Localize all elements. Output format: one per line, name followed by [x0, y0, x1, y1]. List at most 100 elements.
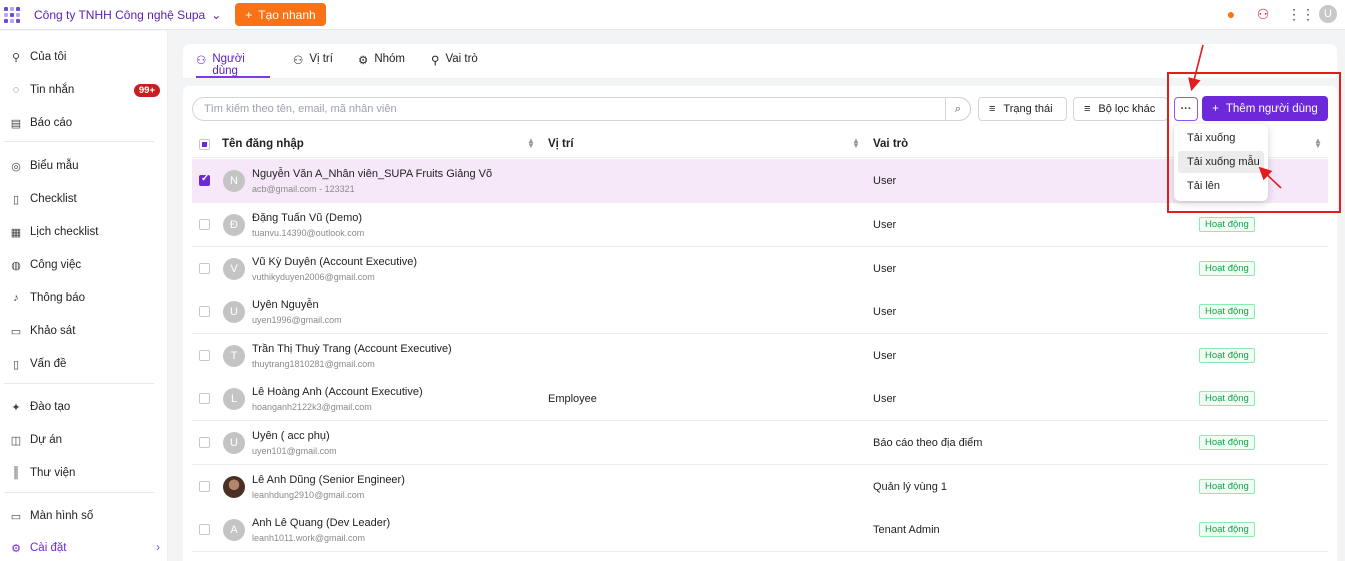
role-icon: ⚲ — [431, 55, 440, 67]
tab-bar: ⚇ Người dùng ⚇ Vị trí ⚙ Nhóm ⚲ Vai trò — [183, 44, 1337, 78]
sidebar-item-digital-signage[interactable]: ▭ Màn hình số — [10, 505, 160, 527]
user-name: Anh Lê Quang (Dev Leader) — [252, 517, 391, 529]
sidebar-item-issues[interactable]: ▯ Vấn đề — [10, 353, 160, 375]
user-email: acb@gmail.com - 123321 — [252, 184, 355, 194]
users-icon: ⚇ — [196, 55, 207, 67]
sidebar-item-library[interactable]: ║ Thư viện — [10, 462, 160, 484]
sort-icon[interactable]: ▲ ▼ — [852, 137, 860, 150]
table-row[interactable]: L Lê Hoàng Anh (Account Executive) hoang… — [192, 377, 1328, 421]
sidebar-item-forms[interactable]: ◎ Biểu mẫu — [10, 155, 160, 177]
top-bar: Công ty TNHH Công nghệ Supa ⌄ + Tạo nhan… — [0, 0, 1345, 30]
user-role: Báo cáo theo địa điểm — [873, 437, 983, 449]
user-position: Employee — [548, 393, 597, 405]
header-username[interactable]: Tên đăng nhập — [222, 138, 304, 150]
user-email: vuthikyduyen2006@gmail.com — [252, 272, 375, 282]
search-button[interactable]: ⌕ — [945, 97, 971, 121]
table-row[interactable]: N Nguyễn Văn A_Nhân viên_SUPA Fruits Giả… — [192, 159, 1328, 203]
avatar: U — [223, 432, 245, 454]
bell-icon: ♪ — [13, 292, 19, 304]
header-position[interactable]: Vị trí — [548, 138, 574, 150]
task-icon: ◍ — [11, 259, 21, 272]
tab-positions[interactable]: ⚇ Vị trí — [293, 53, 333, 78]
table-row[interactable]: Lê Anh Dũng (Senior Engineer) leanhdung2… — [192, 465, 1328, 509]
plus-icon: + — [245, 7, 253, 22]
row-checkbox[interactable] — [199, 437, 210, 448]
table-row[interactable]: U Uyên Nguyễn uyen1996@gmail.com User Ho… — [192, 290, 1328, 334]
training-icon: ✦ — [11, 401, 21, 414]
table-row[interactable]: Đ Đặng Tuấn Vũ (Demo) tuanvu.14390@outlo… — [192, 203, 1328, 247]
row-checkbox[interactable] — [199, 393, 210, 404]
quick-create-button[interactable]: + Tạo nhanh — [235, 3, 326, 26]
status-badge: Hoạt động — [1199, 261, 1255, 276]
menu-item-download-template[interactable]: Tải xuống mẫu — [1178, 151, 1264, 173]
select-all-checkbox[interactable] — [199, 139, 210, 150]
user-name: Lê Anh Dũng (Senior Engineer) — [252, 474, 405, 486]
form-icon: ◎ — [11, 160, 21, 173]
user-name: Nguyễn Văn A_Nhân viên_SUPA Fruits Giảng… — [252, 168, 493, 180]
position-icon: ⚇ — [293, 55, 304, 67]
status-badge: Hoạt động — [1199, 304, 1255, 319]
more-actions-button[interactable]: ··· — [1174, 97, 1198, 121]
chevron-down-icon: ⌄ — [211, 7, 222, 22]
company-switcher[interactable]: Công ty TNHH Công nghệ Supa ⌄ — [34, 8, 221, 22]
table-row[interactable]: V Vũ Kỳ Duyên (Account Executive) vuthik… — [192, 247, 1328, 291]
monitor-icon: ▭ — [10, 510, 22, 523]
user-role: User — [873, 306, 897, 318]
app-launcher-icon[interactable] — [4, 6, 20, 23]
row-checkbox[interactable] — [199, 306, 210, 317]
sort-icon[interactable]: ▲ ▼ — [527, 137, 535, 150]
add-user-button[interactable]: + Thêm người dùng — [1202, 96, 1328, 121]
library-icon: ║ — [12, 467, 20, 479]
search-input[interactable] — [204, 103, 904, 115]
row-checkbox[interactable] — [199, 481, 210, 492]
row-checkbox[interactable] — [199, 524, 210, 535]
table-row[interactable]: U Uyên ( acc phụ) uyen101@gmail.com Báo … — [192, 421, 1328, 465]
user-email: hoanganh2122k3@gmail.com — [252, 402, 372, 412]
sidebar-item-training[interactable]: ✦ Đào tạo — [10, 396, 160, 418]
avatar: T — [223, 345, 245, 367]
more-actions-menu: Tải xuống Tải xuống mẫu Tải lên — [1174, 124, 1268, 201]
divider — [4, 492, 154, 493]
user-role: Tenant Admin — [873, 524, 940, 536]
sidebar-item-reports[interactable]: ▤ Báo cáo — [10, 112, 160, 134]
checklist-icon: ▯ — [12, 193, 20, 206]
row-checkbox[interactable] — [199, 219, 210, 230]
row-checkbox[interactable] — [199, 263, 210, 274]
other-filter-button[interactable]: ≡ Bộ lọc khác — [1073, 97, 1168, 121]
header-role[interactable]: Vai trò — [873, 138, 908, 150]
notification-app-icon[interactable]: ● — [1223, 6, 1239, 22]
sidebar-item-surveys[interactable]: ▭ Khảo sát — [10, 320, 160, 342]
table-row[interactable]: A Anh Lê Quang (Dev Leader) leanh1011.wo… — [192, 508, 1328, 552]
search-box: ⌕ — [192, 97, 971, 121]
tab-users[interactable]: ⚇ Người dùng — [196, 53, 270, 78]
grid-menu-icon[interactable]: ⋮⋮ — [1287, 6, 1315, 22]
sidebar-item-checklist[interactable]: ▯ Checklist — [10, 188, 160, 210]
sidebar-item-messages[interactable]: ◌ Tin nhắn 99+ — [10, 79, 160, 101]
user-email: thuytrang1810281@gmail.com — [252, 359, 375, 369]
table-row[interactable]: T Trần Thị Thuỳ Trang (Account Executive… — [192, 334, 1328, 378]
team-icon[interactable]: ⚇ — [1255, 6, 1271, 22]
sidebar-item-tasks[interactable]: ◍ Công việc — [10, 254, 160, 276]
user-role: User — [873, 350, 897, 362]
tab-groups[interactable]: ⚙ Nhóm — [358, 53, 405, 78]
menu-item-download[interactable]: Tải xuống — [1178, 127, 1264, 149]
row-checkbox[interactable] — [199, 350, 210, 361]
avatar: L — [223, 388, 245, 410]
row-checkbox[interactable] — [199, 173, 210, 186]
tab-roles[interactable]: ⚲ Vai trò — [431, 53, 478, 78]
sort-icon[interactable]: ▲ ▼ — [1314, 137, 1322, 150]
sidebar-item-projects[interactable]: ◫ Dự án — [10, 429, 160, 451]
company-name: Công ty TNHH Công nghệ Supa — [34, 7, 206, 22]
user-email: uyen1996@gmail.com — [252, 315, 342, 325]
menu-item-upload[interactable]: Tải lên — [1178, 175, 1264, 197]
sidebar-item-my[interactable]: ⚲ Của tôi — [10, 46, 160, 68]
sidebar-item-settings[interactable]: ⚙ Cài đặt › — [10, 537, 160, 559]
table-header: Tên đăng nhập ▲ ▼ Vị trí ▲ ▼ Vai trò ▲ ▼ — [192, 131, 1328, 158]
status-filter-button[interactable]: ≡ Trạng thái — [978, 97, 1067, 121]
top-right-actions: ● ⚇ ⋮⋮ U — [1223, 5, 1337, 23]
user-role: User — [873, 219, 897, 231]
sidebar-item-notifications[interactable]: ♪ Thông báo — [10, 287, 160, 309]
issue-icon: ▯ — [12, 358, 20, 371]
user-avatar[interactable]: U — [1319, 5, 1337, 23]
sidebar-item-checklist-calendar[interactable]: ▦ Lịch checklist — [10, 221, 160, 243]
